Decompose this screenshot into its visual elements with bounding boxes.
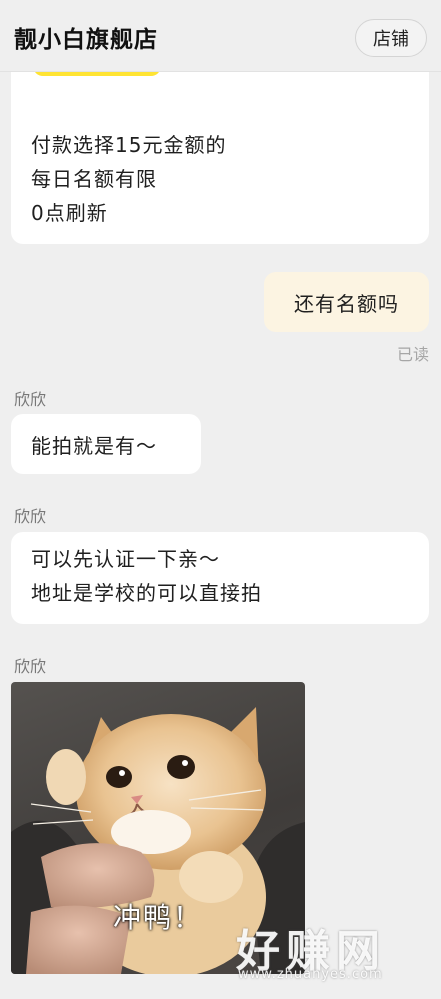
- outgoing-message-bubble: 还有名额吗: [264, 272, 429, 332]
- watermark-url-text: www.zhuanyes.com: [238, 967, 383, 982]
- chat-message-list[interactable]: 付款选择15元金额的 每日名额有限 0点刷新 还有名额吗 已读 欣欣 能拍就是有…: [0, 0, 441, 999]
- promo-message-bubble: 付款选择15元金额的 每日名额有限 0点刷新: [11, 52, 429, 244]
- outgoing-message-text: 还有名额吗: [294, 291, 399, 316]
- store-button[interactable]: 店铺: [355, 19, 427, 57]
- read-receipt: 已读: [396, 345, 429, 364]
- sender-name: 欣欣: [14, 507, 47, 526]
- promo-line: 付款选择15元金额的: [31, 133, 227, 157]
- page-title: 靓小白旗舰店: [14, 27, 158, 53]
- sender-name: 欣欣: [14, 390, 47, 409]
- incoming-message-bubble: 可以先认证一下亲～ 地址是学校的可以直接拍: [11, 532, 429, 624]
- incoming-message-line: 可以先认证一下亲～: [31, 547, 220, 571]
- incoming-message-line: 地址是学校的可以直接拍: [31, 581, 262, 605]
- promo-line: 0点刷新: [31, 201, 108, 225]
- incoming-message-text: 能拍就是有～: [31, 433, 157, 458]
- promo-message-text: 付款选择15元金额的 每日名额有限 0点刷新: [31, 128, 226, 230]
- chat-header: 靓小白旗舰店 店铺: [0, 0, 441, 72]
- promo-line: 每日名额有限: [31, 167, 157, 191]
- site-watermark: 好赚网 www.zhuanyes.com: [230, 915, 430, 985]
- sender-name: 欣欣: [14, 657, 47, 676]
- incoming-message-bubble: 能拍就是有～: [11, 414, 201, 474]
